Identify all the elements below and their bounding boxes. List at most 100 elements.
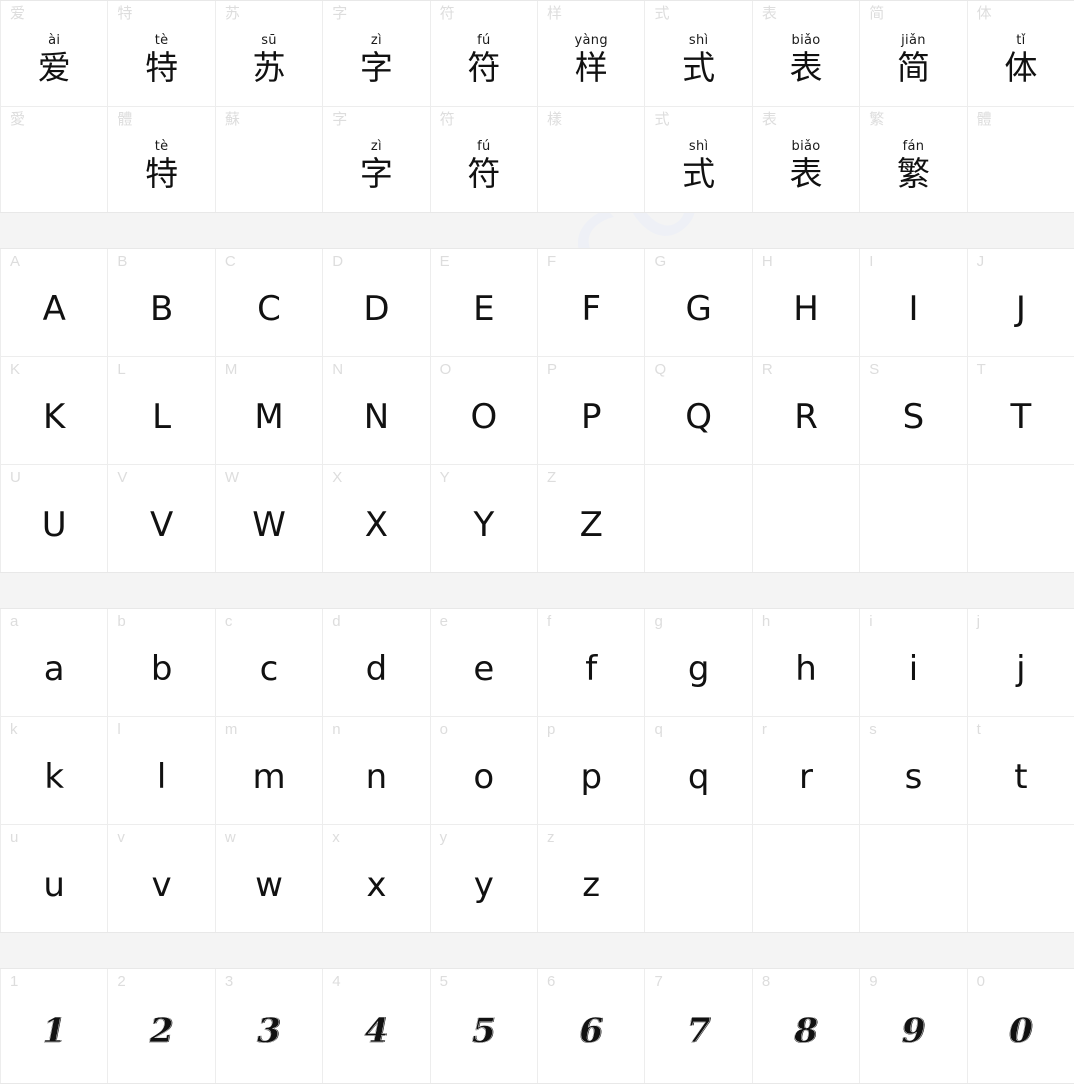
glyph-cell[interactable]: SS xyxy=(860,357,968,464)
glyph-cell[interactable]: jj xyxy=(967,609,1074,716)
glyph-cell[interactable]: ss xyxy=(860,717,968,824)
glyph-cell[interactable]: dd xyxy=(323,609,431,716)
glyph-cell[interactable]: BB xyxy=(108,249,216,356)
glyph-cell[interactable]: aa xyxy=(0,609,109,716)
glyph-cell[interactable]: LL xyxy=(108,357,216,464)
glyph-cell[interactable]: OO xyxy=(430,357,539,464)
cn-glyph: 样 xyxy=(574,47,608,87)
glyph-cell[interactable]: ww xyxy=(215,825,324,932)
glyph-cell[interactable]: 爱 ài 爱 xyxy=(0,1,109,106)
glyph-cell[interactable]: QQ xyxy=(645,357,753,464)
glyph-cell[interactable]: 式 shì 式 xyxy=(645,107,753,212)
glyph-cell[interactable]: gg xyxy=(645,609,753,716)
glyph-cell[interactable]: ii xyxy=(860,609,968,716)
section-digits: 11223344556677889900 xyxy=(0,968,1074,1084)
glyph-cell[interactable]: 蘇 xyxy=(215,107,324,212)
glyph-cell[interactable]: AA xyxy=(0,249,109,356)
glyph-cell[interactable]: XX xyxy=(323,465,431,572)
glyph-cell[interactable]: nn xyxy=(323,717,431,824)
glyph-cell[interactable]: DD xyxy=(323,249,431,356)
glyph-cell[interactable]: 表 biǎo 表 xyxy=(752,1,861,106)
glyph-cell[interactable]: 00 xyxy=(967,969,1074,1083)
glyph-cell[interactable]: qq xyxy=(645,717,753,824)
glyph-cell[interactable]: oo xyxy=(430,717,539,824)
glyph-cell[interactable]: HH xyxy=(752,249,861,356)
latin-glyph: k xyxy=(44,756,65,797)
glyph-cell[interactable]: 99 xyxy=(860,969,968,1083)
glyph-cell[interactable]: 77 xyxy=(645,969,753,1083)
glyph-cell[interactable]: 44 xyxy=(323,969,431,1083)
cell-corner-label: L xyxy=(117,361,126,378)
glyph-cell[interactable]: ee xyxy=(430,609,539,716)
cell-corner-label: 0 xyxy=(976,973,985,990)
glyph-cell-empty xyxy=(860,825,968,932)
latin-glyph: V xyxy=(149,504,174,545)
glyph-cell[interactable]: FF xyxy=(538,249,646,356)
glyph-cell[interactable]: 字 zì 字 xyxy=(323,107,431,212)
glyph-cell[interactable]: zz xyxy=(538,825,646,932)
glyph-cell[interactable]: ll xyxy=(108,717,216,824)
glyph-cell[interactable]: hh xyxy=(752,609,861,716)
glyph-cell[interactable]: 苏 sū 苏 xyxy=(215,1,324,106)
glyph-cell[interactable]: 体 tǐ 体 xyxy=(967,1,1074,106)
glyph-cell[interactable]: UU xyxy=(0,465,109,572)
glyph-cell[interactable]: 體 xyxy=(967,107,1074,212)
glyph-cell[interactable]: ff xyxy=(538,609,646,716)
cell-corner-label: D xyxy=(332,253,344,270)
glyph-cell[interactable]: yy xyxy=(430,825,539,932)
glyph-cell[interactable]: 11 xyxy=(0,969,109,1083)
glyph-cell[interactable]: NN xyxy=(323,357,431,464)
glyph-cell[interactable]: ZZ xyxy=(538,465,646,572)
glyph-cell[interactable]: 表 biǎo 表 xyxy=(752,107,861,212)
cell-corner-label: 式 xyxy=(654,111,670,128)
digit-glyph: 1 xyxy=(42,1011,67,1051)
glyph-cell[interactable]: VV xyxy=(108,465,216,572)
glyph-cell[interactable]: 字 zì 字 xyxy=(323,1,431,106)
glyph-cell[interactable]: 愛 xyxy=(0,107,109,212)
glyph-cell[interactable]: 55 xyxy=(430,969,539,1083)
glyph-cell[interactable]: YY xyxy=(430,465,539,572)
glyph-cell[interactable]: 66 xyxy=(538,969,646,1083)
glyph-cell[interactable]: 繁 fán 繁 xyxy=(860,107,968,212)
glyph-cell[interactable]: RR xyxy=(752,357,861,464)
glyph-cell[interactable]: II xyxy=(860,249,968,356)
glyph-cell[interactable]: pp xyxy=(538,717,646,824)
cn-glyph-group: fú 符 xyxy=(467,34,500,84)
glyph-cell[interactable]: 22 xyxy=(108,969,216,1083)
glyph-cell[interactable]: 33 xyxy=(215,969,324,1083)
glyph-cell[interactable]: PP xyxy=(538,357,646,464)
latin-glyph: Q xyxy=(685,396,713,437)
glyph-cell[interactable]: 樣 xyxy=(538,107,646,212)
glyph-cell[interactable]: 體 tè 特 xyxy=(108,107,216,212)
cn-glyph-group: jiǎn 简 xyxy=(897,34,930,84)
cn-glyph: 符 xyxy=(467,47,501,87)
glyph-cell[interactable]: GG xyxy=(645,249,753,356)
glyph-cell[interactable]: WW xyxy=(215,465,324,572)
glyph-cell[interactable]: MM xyxy=(215,357,324,464)
glyph-cell[interactable]: 88 xyxy=(752,969,861,1083)
glyph-cell[interactable]: 特 tè 特 xyxy=(108,1,216,106)
glyph-cell[interactable]: 符 fú 符 xyxy=(430,1,539,106)
glyph-cell[interactable]: CC xyxy=(215,249,324,356)
latin-glyph: z xyxy=(582,864,601,905)
cell-corner-label: i xyxy=(869,613,873,630)
glyph-cell[interactable]: bb xyxy=(108,609,216,716)
glyph-cell[interactable]: EE xyxy=(430,249,539,356)
glyph-cell[interactable]: 式 shì 式 xyxy=(645,1,753,106)
glyph-cell[interactable]: uu xyxy=(0,825,109,932)
glyph-cell[interactable]: tt xyxy=(967,717,1074,824)
glyph-cell[interactable]: kk xyxy=(0,717,109,824)
glyph-cell[interactable]: 简 jiǎn 简 xyxy=(860,1,968,106)
glyph-cell[interactable]: TT xyxy=(967,357,1074,464)
glyph-cell[interactable]: xx xyxy=(323,825,431,932)
glyph-cell[interactable]: 样 yàng 样 xyxy=(538,1,646,106)
glyph-cell[interactable]: JJ xyxy=(967,249,1074,356)
cn-glyph-group: yàng 样 xyxy=(575,34,608,84)
glyph-cell[interactable]: cc xyxy=(215,609,324,716)
glyph-cell[interactable]: 符 fú 符 xyxy=(430,107,539,212)
glyph-cell[interactable]: vv xyxy=(108,825,216,932)
glyph-cell[interactable]: mm xyxy=(215,717,324,824)
digit-glyph: 8 xyxy=(794,1011,818,1051)
glyph-cell[interactable]: rr xyxy=(752,717,861,824)
glyph-cell[interactable]: KK xyxy=(0,357,109,464)
